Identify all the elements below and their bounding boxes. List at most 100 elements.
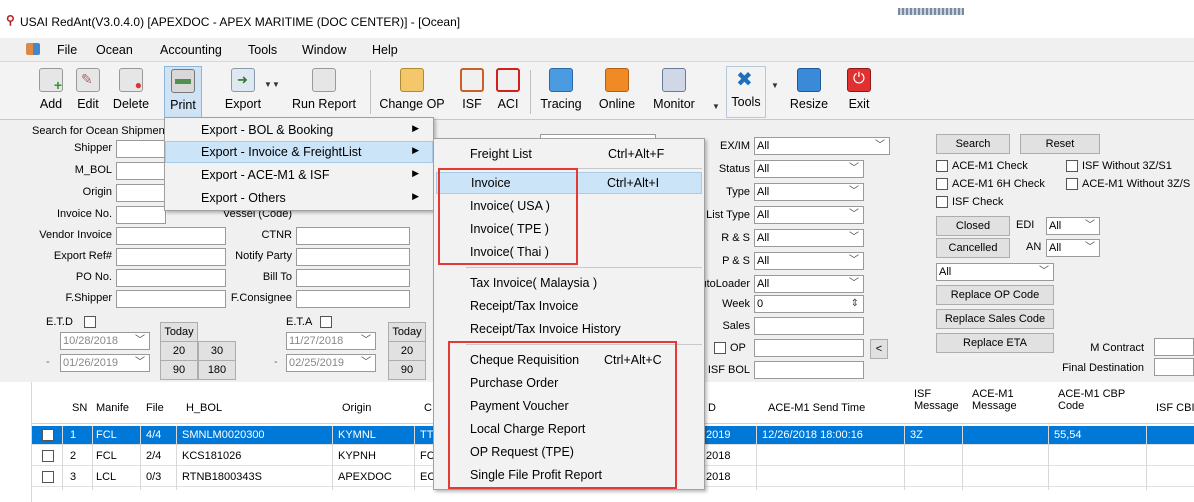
col-sn[interactable]: SN bbox=[72, 402, 87, 414]
ace-m1-6h-checkbox[interactable] bbox=[936, 178, 948, 190]
resize-button[interactable]: Resize bbox=[788, 66, 830, 118]
run-report-button[interactable]: Run Report ▼ bbox=[272, 66, 364, 118]
isf-button[interactable]: ISF bbox=[460, 66, 484, 118]
type-select[interactable]: All ﹀ bbox=[754, 183, 864, 201]
tools-button[interactable]: ✖ Tools ▼ bbox=[726, 66, 779, 118]
menu-ocean[interactable]: Ocean bbox=[96, 43, 133, 57]
isf-bol-input[interactable] bbox=[754, 361, 864, 379]
col-hbol[interactable]: H_BOL bbox=[186, 402, 222, 414]
menu-item-export-bol-booking[interactable]: Export - BOL & Booking ▶ bbox=[165, 119, 433, 141]
monitor-button[interactable]: Monitor bbox=[648, 66, 700, 118]
eta-from-date[interactable]: 11/27/2018 ﹀ bbox=[286, 332, 376, 350]
menu-help[interactable]: Help bbox=[372, 43, 398, 57]
list-type-select[interactable]: All ﹀ bbox=[754, 206, 864, 224]
op-input[interactable] bbox=[754, 339, 864, 357]
replace-sales-code-button[interactable]: Replace Sales Code bbox=[936, 309, 1054, 329]
etd-20-button[interactable]: 20 bbox=[160, 341, 198, 361]
eta-checkbox[interactable] bbox=[320, 316, 332, 328]
menu-tools[interactable]: Tools bbox=[248, 43, 277, 57]
bill-to-input[interactable] bbox=[296, 269, 410, 287]
online-button[interactable]: Online bbox=[594, 66, 640, 118]
exit-button[interactable]: ⏻ Exit bbox=[844, 66, 874, 118]
op-checkbox[interactable] bbox=[714, 342, 726, 354]
etd-180-button[interactable]: 180 bbox=[198, 360, 236, 380]
ctnr-input[interactable] bbox=[296, 227, 410, 245]
ex-im-select[interactable]: All ﹀ bbox=[754, 137, 890, 155]
vendor-invoice-input[interactable] bbox=[116, 227, 226, 245]
isf-without-checkbox[interactable] bbox=[1066, 160, 1078, 172]
menu-item-receipt-tax-invoice-history[interactable]: Receipt/Tax Invoice History bbox=[434, 318, 704, 340]
menu-item-receipt-tax-invoice[interactable]: Receipt/Tax Invoice bbox=[434, 295, 704, 317]
row-checkbox[interactable] bbox=[42, 450, 54, 462]
row-checkbox[interactable] bbox=[42, 471, 54, 483]
po-no-input[interactable] bbox=[116, 269, 226, 287]
etd-checkbox[interactable] bbox=[84, 316, 96, 328]
rs-select[interactable]: All ﹀ bbox=[754, 229, 864, 247]
reset-button[interactable]: Reset bbox=[1020, 134, 1100, 154]
col-manifest[interactable]: Manife bbox=[96, 402, 129, 414]
menu-item-export-invoice-freightlist[interactable]: Export - Invoice & FreightList ▶ bbox=[165, 141, 433, 163]
m-contract-input[interactable] bbox=[1154, 338, 1194, 356]
invoice-no-input[interactable] bbox=[116, 206, 166, 224]
etd-to-date[interactable]: 01/26/2019 ﹀ bbox=[60, 354, 150, 372]
row-checkbox[interactable] bbox=[42, 429, 54, 441]
final-destination-input[interactable] bbox=[1154, 358, 1194, 376]
col-isf-message[interactable]: ISF Message bbox=[914, 388, 959, 412]
status-select[interactable]: All ﹀ bbox=[754, 160, 864, 178]
f-consignee-input[interactable] bbox=[296, 290, 410, 308]
cancelled-button[interactable]: Cancelled bbox=[936, 238, 1010, 258]
col-ace-cbp[interactable]: ACE-M1 CBP Code bbox=[1058, 388, 1125, 412]
notify-party-input[interactable] bbox=[296, 248, 410, 266]
col-c[interactable]: C bbox=[424, 402, 432, 414]
col-origin[interactable]: Origin bbox=[342, 402, 371, 414]
menu-item-export-ace-m1-isf[interactable]: Export - ACE-M1 & ISF ▶ bbox=[165, 164, 433, 186]
menu-file[interactable]: File bbox=[57, 43, 77, 57]
m-bol-input[interactable] bbox=[116, 162, 166, 180]
op-expand-button[interactable]: < bbox=[870, 339, 888, 359]
etd-90-button[interactable]: 90 bbox=[160, 360, 198, 380]
menu-item-freight-list[interactable]: Freight List Ctrl+Alt+F bbox=[434, 143, 704, 165]
export-ref-input[interactable] bbox=[116, 248, 226, 266]
menu-window[interactable]: Window bbox=[302, 43, 346, 57]
isf-check-checkbox[interactable] bbox=[936, 196, 948, 208]
delete-button[interactable]: ● Delete bbox=[108, 66, 154, 118]
an-select[interactable]: All ﹀ bbox=[1046, 239, 1100, 257]
origin-input[interactable] bbox=[116, 184, 166, 202]
eta-to-date[interactable]: 02/25/2019 ﹀ bbox=[286, 354, 376, 372]
ace-m1-without-checkbox[interactable] bbox=[1066, 178, 1078, 190]
search-button[interactable]: Search bbox=[936, 134, 1010, 154]
week-stepper[interactable]: 0 ⇕ bbox=[754, 295, 864, 313]
replace-op-code-button[interactable]: Replace OP Code bbox=[936, 285, 1054, 305]
ps-select[interactable]: All ﹀ bbox=[754, 252, 864, 270]
menu-item-tax-invoice-malaysia[interactable]: Tax Invoice( Malaysia ) bbox=[434, 272, 704, 294]
col-ace-message[interactable]: ACE-M1 Message bbox=[972, 388, 1017, 412]
closed-button[interactable]: Closed bbox=[936, 216, 1010, 236]
col-file[interactable]: File bbox=[146, 402, 164, 414]
edi-select[interactable]: All ﹀ bbox=[1046, 217, 1100, 235]
eta-today-button[interactable]: Today bbox=[388, 322, 426, 342]
sales-input[interactable] bbox=[754, 317, 864, 335]
autoloader-select[interactable]: All ﹀ bbox=[754, 275, 864, 293]
all-select[interactable]: All ﹀ bbox=[936, 263, 1054, 281]
edit-button[interactable]: ✎ Edit bbox=[72, 66, 104, 118]
change-op-button[interactable]: Change OP bbox=[374, 66, 450, 118]
tracing-button[interactable]: Tracing bbox=[536, 66, 586, 118]
eta-90-button[interactable]: 90 bbox=[388, 360, 426, 380]
f-shipper-input[interactable] bbox=[116, 290, 226, 308]
menu-item-export-others[interactable]: Export - Others ▶ bbox=[165, 187, 433, 209]
shipper-input[interactable] bbox=[116, 140, 166, 158]
aci-button[interactable]: ACI bbox=[494, 66, 522, 118]
etd-from-date[interactable]: 10/28/2018 ﹀ bbox=[60, 332, 150, 350]
print-button[interactable]: Print bbox=[164, 66, 202, 118]
col-d[interactable]: D bbox=[708, 402, 716, 414]
ace-m1-check-checkbox[interactable] bbox=[936, 160, 948, 172]
etd-30-button[interactable]: 30 bbox=[198, 341, 236, 361]
add-button[interactable]: + Add bbox=[34, 66, 68, 118]
eta-20-button[interactable]: 20 bbox=[388, 341, 426, 361]
replace-eta-button[interactable]: Replace ETA bbox=[936, 333, 1054, 353]
col-isf-cbp[interactable]: ISF CBI bbox=[1156, 402, 1194, 414]
export-button[interactable]: ➜ Export ▼ bbox=[216, 66, 272, 118]
menu-accounting[interactable]: Accounting bbox=[160, 43, 222, 57]
etd-today-button[interactable]: Today bbox=[160, 322, 198, 342]
col-ace-send[interactable]: ACE-M1 Send Time bbox=[768, 402, 865, 414]
